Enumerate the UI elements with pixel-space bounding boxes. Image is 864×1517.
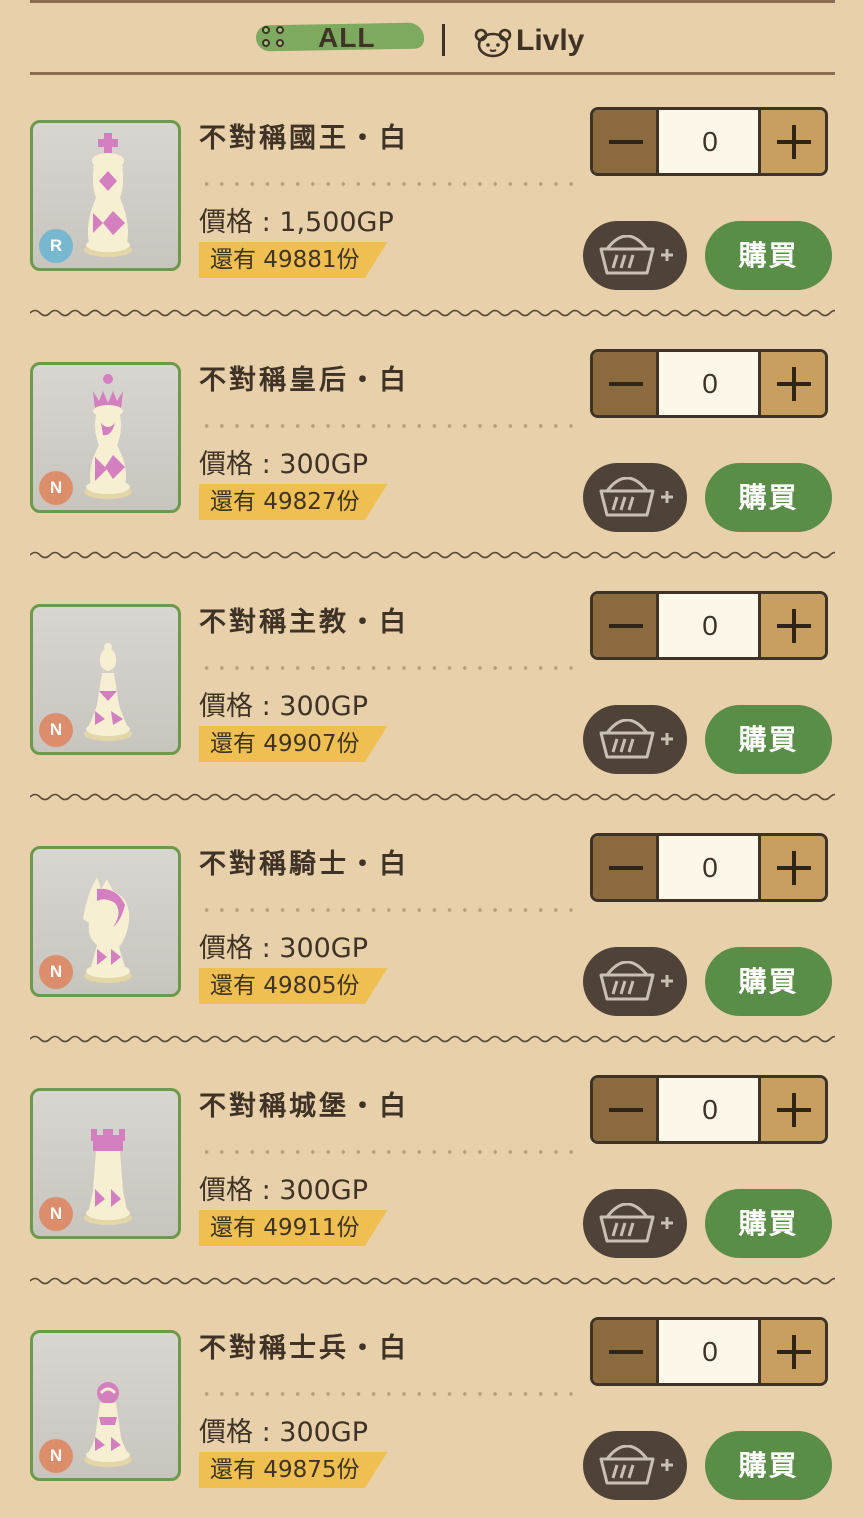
basket-plus-icon xyxy=(599,1445,673,1485)
item-price: 價格 : 300GP xyxy=(199,933,369,964)
buy-button[interactable]: 購買 xyxy=(705,221,832,290)
stock-remaining-tag: 還有 49911份 xyxy=(199,1210,388,1246)
increase-quantity-button[interactable] xyxy=(758,110,825,173)
decrease-quantity-button[interactable] xyxy=(593,110,659,173)
item-thumbnail[interactable]: N xyxy=(30,1330,181,1481)
list-item: R 不對稱國王・白 價格 : 1,500GP 還有 49881份 0 購買 xyxy=(0,76,864,318)
item-thumbnail[interactable]: N xyxy=(30,846,181,997)
item-thumbnail[interactable]: N xyxy=(30,604,181,755)
add-to-cart-button[interactable] xyxy=(583,463,687,532)
item-price: 價格 : 300GP xyxy=(199,1417,369,1448)
buy-button[interactable]: 購買 xyxy=(705,947,832,1016)
basket-plus-icon xyxy=(599,961,673,1001)
dotted-divider xyxy=(199,1150,574,1154)
add-to-cart-button[interactable] xyxy=(583,221,687,290)
increase-quantity-button[interactable] xyxy=(758,594,825,657)
item-name: 不對稱皇后・白 xyxy=(199,365,409,396)
dotted-divider xyxy=(199,182,574,186)
quantity-field[interactable]: 0 xyxy=(659,1078,761,1141)
grid-dots-icon xyxy=(262,26,288,50)
buy-button[interactable]: 購買 xyxy=(705,1189,832,1258)
decrease-quantity-button[interactable] xyxy=(593,836,659,899)
increase-quantity-button[interactable] xyxy=(758,836,825,899)
quantity-field[interactable]: 0 xyxy=(659,594,761,657)
basket-plus-icon xyxy=(599,477,673,517)
increase-quantity-button[interactable] xyxy=(758,1320,825,1383)
item-price: 價格 : 300GP xyxy=(199,691,369,722)
quantity-stepper: 0 xyxy=(590,591,828,660)
add-to-cart-button[interactable] xyxy=(583,1431,687,1500)
add-to-cart-button[interactable] xyxy=(583,705,687,774)
decrease-quantity-button[interactable] xyxy=(593,594,659,657)
basket-plus-icon xyxy=(599,235,673,275)
item-thumbnail[interactable]: R xyxy=(30,120,181,271)
filter-divider xyxy=(30,72,835,75)
list-item: N 不對稱士兵・白 價格 : 300GP 還有 49875份 0 購買 xyxy=(0,1286,864,1517)
item-name: 不對稱士兵・白 xyxy=(199,1333,409,1364)
quantity-field[interactable]: 0 xyxy=(659,836,761,899)
rarity-badge: N xyxy=(39,1197,73,1231)
dotted-divider xyxy=(199,1392,574,1396)
rarity-badge: R xyxy=(39,229,73,263)
rarity-badge: N xyxy=(39,713,73,747)
buy-button[interactable]: 購買 xyxy=(705,705,832,774)
item-name: 不對稱城堡・白 xyxy=(199,1091,409,1122)
livly-face-icon xyxy=(474,28,512,58)
item-price: 價格 : 300GP xyxy=(199,449,369,480)
tab-separator xyxy=(442,24,445,56)
quantity-stepper: 0 xyxy=(590,349,828,418)
item-name: 不對稱國王・白 xyxy=(199,123,409,154)
list-item: N 不對稱主教・白 價格 : 300GP 還有 49907份 0 購買 xyxy=(0,560,864,802)
filter-bar: ALL Livly xyxy=(0,0,864,76)
rarity-badge: N xyxy=(39,471,73,505)
item-name: 不對稱主教・白 xyxy=(199,607,409,638)
item-thumbnail[interactable]: N xyxy=(30,1088,181,1239)
filter-tab-livly-label: Livly xyxy=(516,24,585,57)
add-to-cart-button[interactable] xyxy=(583,947,687,1016)
dotted-divider xyxy=(199,666,574,670)
stock-remaining-tag: 還有 49907份 xyxy=(199,726,388,762)
item-name: 不對稱騎士・白 xyxy=(199,849,409,880)
increase-quantity-button[interactable] xyxy=(758,1078,825,1141)
quantity-stepper: 0 xyxy=(590,1075,828,1144)
item-thumbnail[interactable]: N xyxy=(30,362,181,513)
list-item: N 不對稱皇后・白 價格 : 300GP 還有 49827份 0 購買 xyxy=(0,318,864,560)
filter-tab-livly[interactable]: Livly xyxy=(474,22,604,58)
filter-tab-all-label: ALL xyxy=(318,22,376,53)
stock-remaining-tag: 還有 49875份 xyxy=(199,1452,388,1488)
decrease-quantity-button[interactable] xyxy=(593,1078,659,1141)
dotted-divider xyxy=(199,908,574,912)
basket-plus-icon xyxy=(599,1203,673,1243)
stock-remaining-tag: 還有 49881份 xyxy=(199,242,388,278)
add-to-cart-button[interactable] xyxy=(583,1189,687,1258)
item-price: 價格 : 1,500GP xyxy=(199,207,394,238)
quantity-field[interactable]: 0 xyxy=(659,1320,761,1383)
item-price: 價格 : 300GP xyxy=(199,1175,369,1206)
rarity-badge: N xyxy=(39,1439,73,1473)
list-item: N 不對稱城堡・白 價格 : 300GP 還有 49911份 0 購買 xyxy=(0,1044,864,1286)
quantity-stepper: 0 xyxy=(590,833,828,902)
dotted-divider xyxy=(199,424,574,428)
increase-quantity-button[interactable] xyxy=(758,352,825,415)
buy-button[interactable]: 購買 xyxy=(705,1431,832,1500)
stock-remaining-tag: 還有 49805份 xyxy=(199,968,388,1004)
quantity-field[interactable]: 0 xyxy=(659,352,761,415)
quantity-stepper: 0 xyxy=(590,107,828,176)
quantity-stepper: 0 xyxy=(590,1317,828,1386)
stock-remaining-tag: 還有 49827份 xyxy=(199,484,388,520)
decrease-quantity-button[interactable] xyxy=(593,1320,659,1383)
filter-tab-all[interactable]: ALL xyxy=(255,20,425,56)
list-item: N 不對稱騎士・白 價格 : 300GP 還有 49805份 0 購買 xyxy=(0,802,864,1044)
quantity-field[interactable]: 0 xyxy=(659,110,761,173)
buy-button[interactable]: 購買 xyxy=(705,463,832,532)
decrease-quantity-button[interactable] xyxy=(593,352,659,415)
rarity-badge: N xyxy=(39,955,73,989)
basket-plus-icon xyxy=(599,719,673,759)
